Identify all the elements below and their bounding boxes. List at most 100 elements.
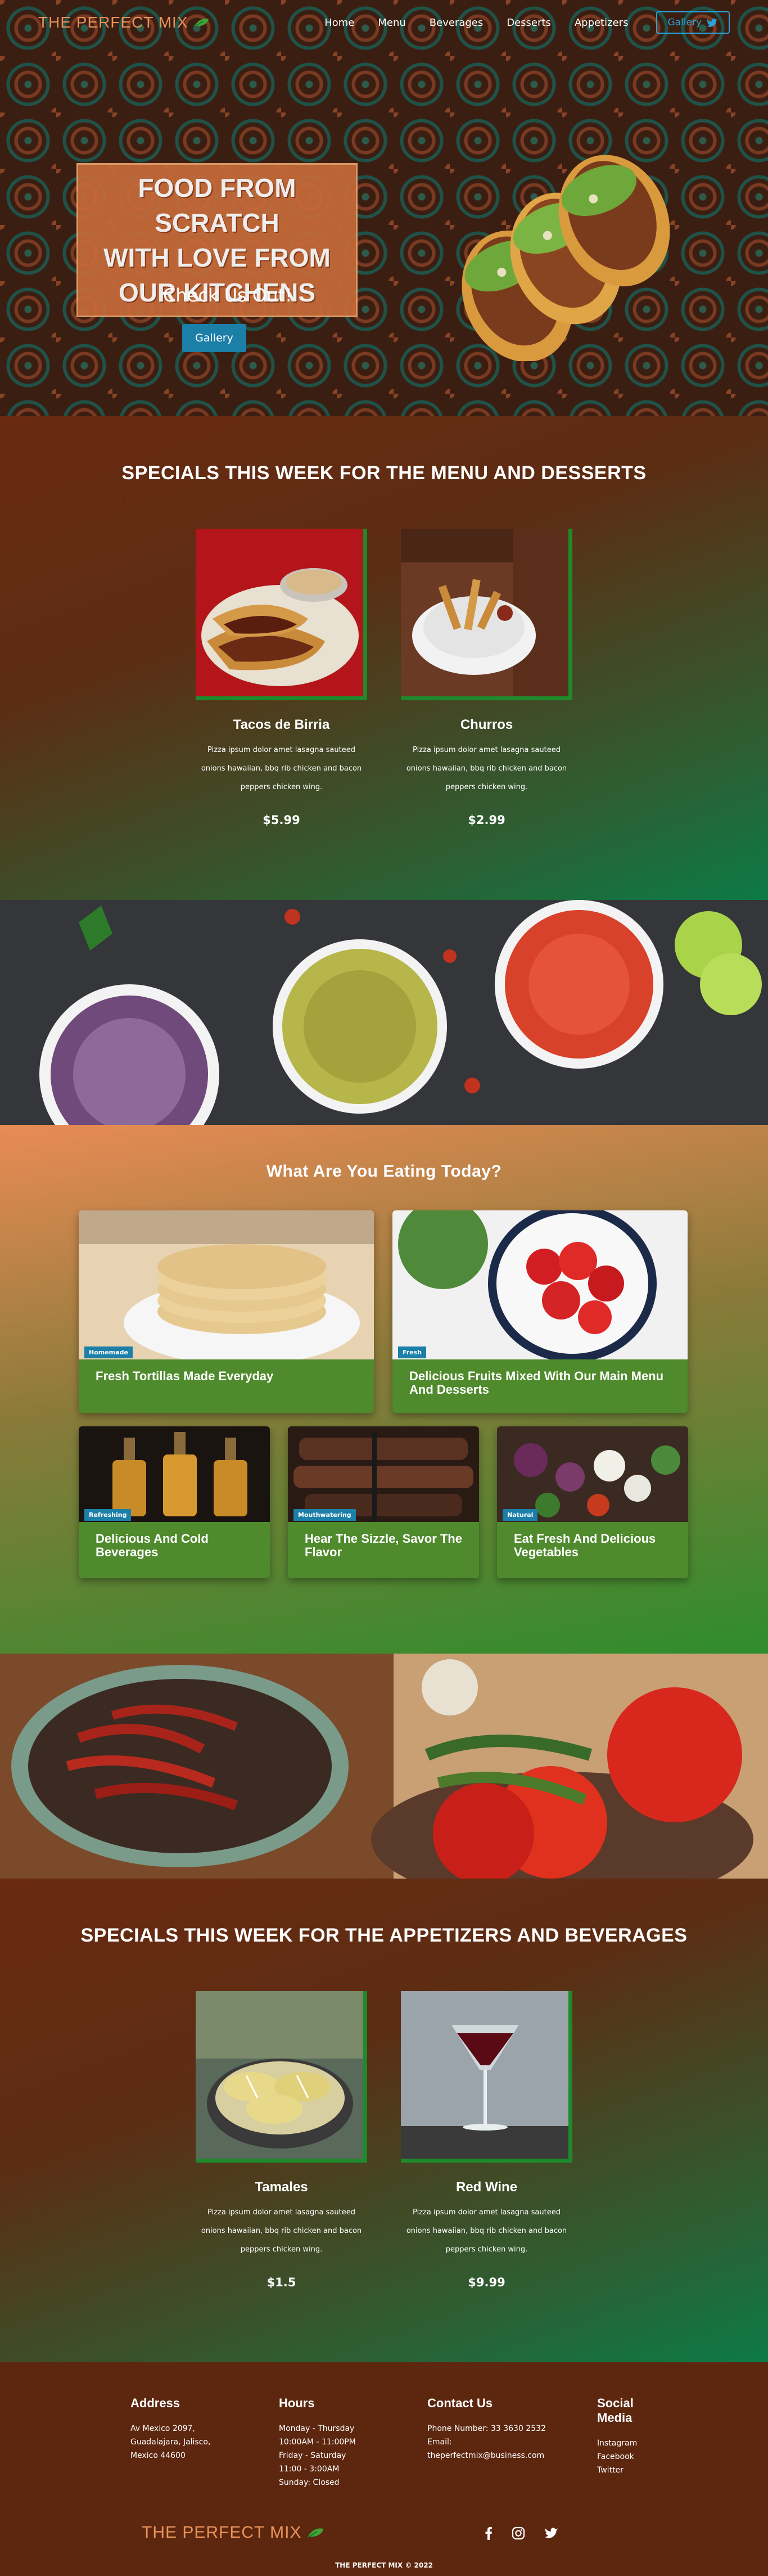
food-price: $1.5 <box>266 2276 296 2289</box>
bird-icon <box>707 18 717 27</box>
hero-gallery-button[interactable]: Gallery <box>182 324 246 352</box>
menu-item-card[interactable]: Tacos de Birria Pizza ipsum dolor amet l… <box>196 529 367 827</box>
nav-beverages[interactable]: Beverages <box>430 17 483 29</box>
footer-hours: Hours Monday - Thursday 10:00AM - 11:00P… <box>279 2396 356 2489</box>
top-navbar: THE PERFECT MIX Home Menu Beverages Dess… <box>0 0 768 45</box>
footer-address: Address Av Mexico 2097, Guadalajara, Jal… <box>130 2396 210 2462</box>
leaf-icon <box>193 19 209 28</box>
leaf-icon <box>307 2528 324 2538</box>
feature-text: Fresh Tortillas Made Everyday <box>96 1369 274 1383</box>
hero-section: FOOD FROM SCRATCH WITH LOVE FROM OUR KIT… <box>0 0 768 416</box>
section-title: SPECIALS THIS WEEK FOR THE APPETIZERS AN… <box>80 1925 688 1946</box>
main-menu: Home Menu Beverages Desserts Appetizers <box>324 17 628 29</box>
logo-text: THE PERFECT MIX <box>38 13 188 31</box>
peppers-banner <box>0 1654 768 1879</box>
feature-text: Eat Fresh And Delicious Vegetables <box>514 1532 656 1559</box>
tacos-image <box>462 155 670 361</box>
feature-text: Hear The Sizzle, Savor The Flavor <box>305 1532 462 1559</box>
food-image <box>401 529 572 700</box>
feature-tag: Homemade <box>84 1346 133 1358</box>
address-line: Guadalajara, Jalisco, <box>130 2438 211 2447</box>
menu-item-card[interactable]: Churros Pizza ipsum dolor amet lasagna s… <box>401 529 572 827</box>
feature-tag: Refreshing <box>84 1509 132 1521</box>
food-name: Tamales <box>255 2179 308 2195</box>
footer-heading: Contact Us <box>427 2396 493 2410</box>
footer-logo[interactable]: THE PERFECT MIX <box>142 2523 325 2542</box>
social-link-instagram[interactable]: Instagram <box>597 2437 637 2450</box>
food-name: Churros <box>460 717 513 732</box>
contact-email[interactable]: theperfectmix@business.com <box>427 2449 546 2462</box>
feature-image: Refreshing <box>79 1426 270 1522</box>
hours-line: Monday - Thursday <box>279 2424 355 2433</box>
food-image <box>401 1991 572 2163</box>
footer-heading: Social Media <box>597 2396 637 2425</box>
appetizer-item-card[interactable]: Tamales Pizza ipsum dolor amet lasagna s… <box>196 1991 367 2289</box>
nav-gallery-button[interactable]: Gallery <box>656 11 730 34</box>
hero-subtitle: Check Us Out! <box>163 285 292 306</box>
feature-image: Mouthwatering <box>288 1426 479 1522</box>
social-icons <box>485 2527 559 2540</box>
feature-image: Natural <box>497 1426 688 1522</box>
eating-section: What Are You Eating Today? Homemade Fres… <box>0 1125 768 1654</box>
feature-card[interactable]: Fresh Delicious Fruits Mixed With Our Ma… <box>392 1210 688 1413</box>
food-name: Tacos de Birria <box>233 717 330 732</box>
address-line: Mexico 44600 <box>130 2451 186 2460</box>
feature-tag: Mouthwatering <box>293 1509 356 1521</box>
footer: Address Av Mexico 2097, Guadalajara, Jal… <box>0 2362 768 2576</box>
specials-menu-section: SPECIALS THIS WEEK FOR THE MENU AND DESS… <box>0 416 768 900</box>
gallery-button-label: Gallery <box>667 17 702 28</box>
food-name: Red Wine <box>455 2179 518 2195</box>
section-title: SPECIALS THIS WEEK FOR THE MENU AND DESS… <box>121 462 647 484</box>
hours-line: 11:00 - 3:00AM <box>279 2465 340 2474</box>
hero-title-line: WITH LOVE FROM <box>103 243 331 272</box>
feature-card[interactable]: Refreshing Delicious And Cold Beverages <box>79 1426 270 1578</box>
feature-card[interactable]: Natural Eat Fresh And Delicious Vegetabl… <box>497 1426 688 1578</box>
footer-heading-line: Social <box>597 2396 634 2410</box>
feature-image: Homemade <box>79 1210 374 1359</box>
instagram-icon[interactable] <box>512 2527 525 2540</box>
nav-menu[interactable]: Menu <box>378 17 405 29</box>
contact-email-label: Email: <box>427 2438 452 2447</box>
footer-heading: Address <box>130 2396 180 2410</box>
copyright: THE PERFECT MIX © 2022 <box>335 2561 433 2569</box>
feature-text: Delicious Fruits Mixed With Our Main Men… <box>409 1369 664 1397</box>
specials-appetizers-section: SPECIALS THIS WEEK FOR THE APPETIZERS AN… <box>0 1879 768 2362</box>
address-line: Av Mexico 2097, <box>130 2424 195 2433</box>
footer-logo-text: THE PERFECT MIX <box>142 2523 302 2542</box>
food-description: Pizza ipsum dolor amet lasagna sauteed o… <box>201 746 362 791</box>
facebook-icon[interactable] <box>485 2527 493 2540</box>
footer-social: Social Media Instagram Facebook Twitter <box>597 2396 637 2477</box>
food-description: Pizza ipsum dolor amet lasagna sauteed o… <box>201 2208 362 2254</box>
hours-line: Friday - Saturday <box>279 2451 346 2460</box>
feature-image: Fresh <box>392 1210 688 1359</box>
hours-line: Sunday: Closed <box>279 2478 340 2487</box>
social-link-facebook[interactable]: Facebook <box>597 2450 637 2464</box>
hero-title-line: FOOD FROM SCRATCH <box>138 173 296 237</box>
food-description: Pizza ipsum dolor amet lasagna sauteed o… <box>406 746 567 791</box>
feature-card[interactable]: Mouthwatering Hear The Sizzle, Savor The… <box>288 1426 479 1578</box>
feature-tag: Natural <box>503 1509 538 1521</box>
nav-desserts[interactable]: Desserts <box>507 17 551 29</box>
contact-phone: Phone Number: 33 3630 2532 <box>427 2424 546 2433</box>
social-link-twitter[interactable]: Twitter <box>597 2464 637 2477</box>
twitter-icon[interactable] <box>544 2527 559 2539</box>
food-price: $9.99 <box>468 2276 505 2289</box>
feature-tag: Fresh <box>398 1346 427 1358</box>
food-image <box>196 1991 367 2163</box>
footer-heading: Hours <box>279 2396 315 2410</box>
food-price: $5.99 <box>263 813 300 827</box>
ingredients-banner <box>0 900 768 1125</box>
feature-text: Delicious And Cold Beverages <box>96 1532 209 1559</box>
hours-line: 10:00AM - 11:00PM <box>279 2438 356 2447</box>
logo[interactable]: THE PERFECT MIX <box>38 13 210 31</box>
section-title: What Are You Eating Today? <box>266 1162 502 1181</box>
feature-card[interactable]: Homemade Fresh Tortillas Made Everyday <box>79 1210 374 1413</box>
food-image <box>196 529 367 700</box>
footer-contact: Contact Us Phone Number: 33 3630 2532 Em… <box>427 2396 546 2462</box>
footer-heading-line: Media <box>597 2411 633 2425</box>
beverage-item-card[interactable]: Red Wine Pizza ipsum dolor amet lasagna … <box>401 1991 572 2289</box>
nav-appetizers[interactable]: Appetizers <box>575 17 629 29</box>
food-price: $2.99 <box>468 813 505 827</box>
food-description: Pizza ipsum dolor amet lasagna sauteed o… <box>406 2208 567 2254</box>
nav-home[interactable]: Home <box>324 17 354 29</box>
